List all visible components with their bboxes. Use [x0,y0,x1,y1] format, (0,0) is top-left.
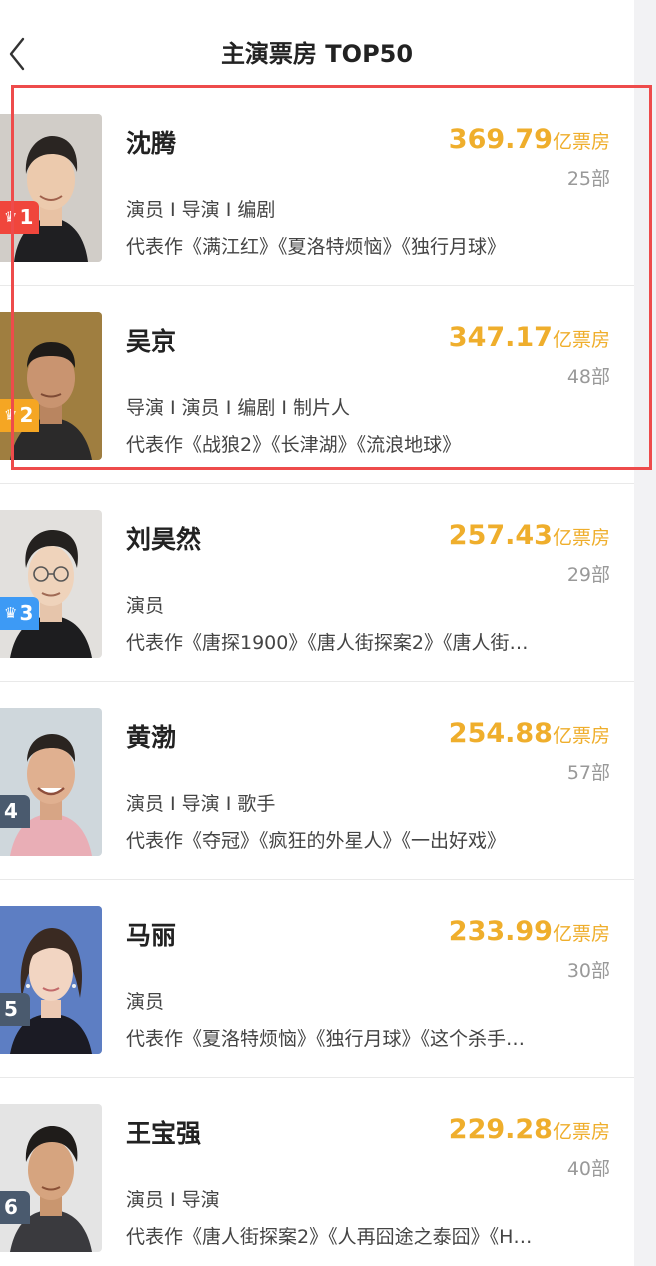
box-office-value: 257.43 [448,520,553,551]
box-office-unit: 亿票房 [552,725,610,747]
actor-name: 马丽 [126,921,177,950]
list-item[interactable]: 6 王宝强 229.28亿票房 40部 演员 I 导演 代表作《唐人街探案2》《… [0,1078,634,1266]
box-office: 369.79亿票房 [449,124,610,155]
rank-number: 6 [4,1195,18,1219]
box-office-unit: 亿票房 [552,923,610,945]
avatar [0,114,102,262]
rank-badge: 5 [0,993,30,1026]
chevron-left-icon [9,37,25,71]
avatar [0,708,102,856]
list-item[interactable]: ♛ 1 沈腾 369.79亿票房 25部 演员 I 导演 I 编剧 代表作《满江… [0,88,634,286]
actor-roles: 演员 I 导演 I 歌手 [126,793,276,815]
rank-badge: 4 [0,795,30,828]
rank-number: 5 [4,997,18,1021]
film-count: 29部 [566,564,610,586]
rank-badge: ♛ 2 [0,399,40,432]
actor-roles: 导演 I 演员 I 编剧 I 制片人 [126,397,351,419]
nav-header: 主演票房 TOP50 [0,0,634,100]
representative-works: 代表作《夺冠》《疯狂的外星人》《一出好戏》 [126,830,507,852]
box-office-unit: 亿票房 [552,527,610,549]
page-title: 主演票房 TOP50 [220,40,414,68]
avatar [0,510,102,658]
back-button[interactable] [0,34,34,74]
box-office: 233.99亿票房 [449,916,610,947]
avatar [0,312,102,460]
rank-badge: ♛ 1 [0,201,40,234]
film-count: 30部 [566,960,610,982]
avatar [0,906,102,1054]
box-office-value: 347.17 [448,322,553,353]
box-office-value: 254.88 [448,718,553,749]
list-item[interactable]: ♛ 3 刘昊然 257.43亿票房 29部 演员 代表作《唐探1900》《唐人街… [0,484,634,682]
representative-works: 代表作《唐人街探案2》《人再囧途之泰囧》《H… [126,1226,533,1248]
representative-works: 代表作《唐探1900》《唐人街探案2》《唐人街… [126,632,529,654]
box-office-value: 233.99 [448,916,553,947]
actor-roles: 演员 I 导演 [126,1189,220,1211]
actor-roles: 演员 I 导演 I 编剧 [126,199,276,221]
actor-name: 刘昊然 [126,525,202,554]
rank-badge: ♛ 3 [0,597,40,630]
box-office-unit: 亿票房 [552,329,610,351]
box-office: 229.28亿票房 [449,1114,610,1145]
crown-icon: ♛ [4,604,18,622]
actor-roles: 演员 [126,991,165,1013]
crown-icon: ♛ [4,406,18,424]
film-count: 48部 [566,366,610,388]
ranking-page: 主演票房 TOP50 ♛ 1 沈腾 369.79亿票房 25部 演员 I 导演 … [0,0,634,1266]
actor-list: ♛ 1 沈腾 369.79亿票房 25部 演员 I 导演 I 编剧 代表作《满江… [0,88,634,1266]
box-office-unit: 亿票房 [552,131,610,153]
box-office-value: 229.28 [448,1114,553,1145]
representative-works: 代表作《满江红》《夏洛特烦恼》《独行月球》 [126,236,507,258]
film-count: 40部 [566,1158,610,1180]
actor-name: 王宝强 [126,1119,202,1148]
actor-name: 沈腾 [126,129,177,158]
film-count: 57部 [566,762,610,784]
rank-number: 3 [19,601,34,625]
box-office: 347.17亿票房 [449,322,610,353]
actor-name: 黄渤 [126,723,177,752]
rank-number: 1 [19,205,34,229]
rank-number: 2 [19,403,34,427]
avatar [0,1104,102,1252]
representative-works: 代表作《战狼2》《长津湖》《流浪地球》 [126,434,462,456]
rank-badge: 6 [0,1191,30,1224]
representative-works: 代表作《夏洛特烦恼》《独行月球》《这个杀手… [126,1028,526,1050]
box-office: 257.43亿票房 [449,520,610,551]
list-item[interactable]: ♛ 2 吴京 347.17亿票房 48部 导演 I 演员 I 编剧 I 制片人 … [0,286,634,484]
film-count: 25部 [566,168,610,190]
crown-icon: ♛ [4,208,18,226]
box-office-unit: 亿票房 [552,1121,610,1143]
box-office: 254.88亿票房 [449,718,610,749]
list-item[interactable]: 4 黄渤 254.88亿票房 57部 演员 I 导演 I 歌手 代表作《夺冠》《… [0,682,634,880]
actor-name: 吴京 [126,327,177,356]
list-item[interactable]: 5 马丽 233.99亿票房 30部 演员 代表作《夏洛特烦恼》《独行月球》《这… [0,880,634,1078]
rank-number: 4 [4,799,18,823]
actor-roles: 演员 [126,595,165,617]
box-office-value: 369.79 [448,124,553,155]
